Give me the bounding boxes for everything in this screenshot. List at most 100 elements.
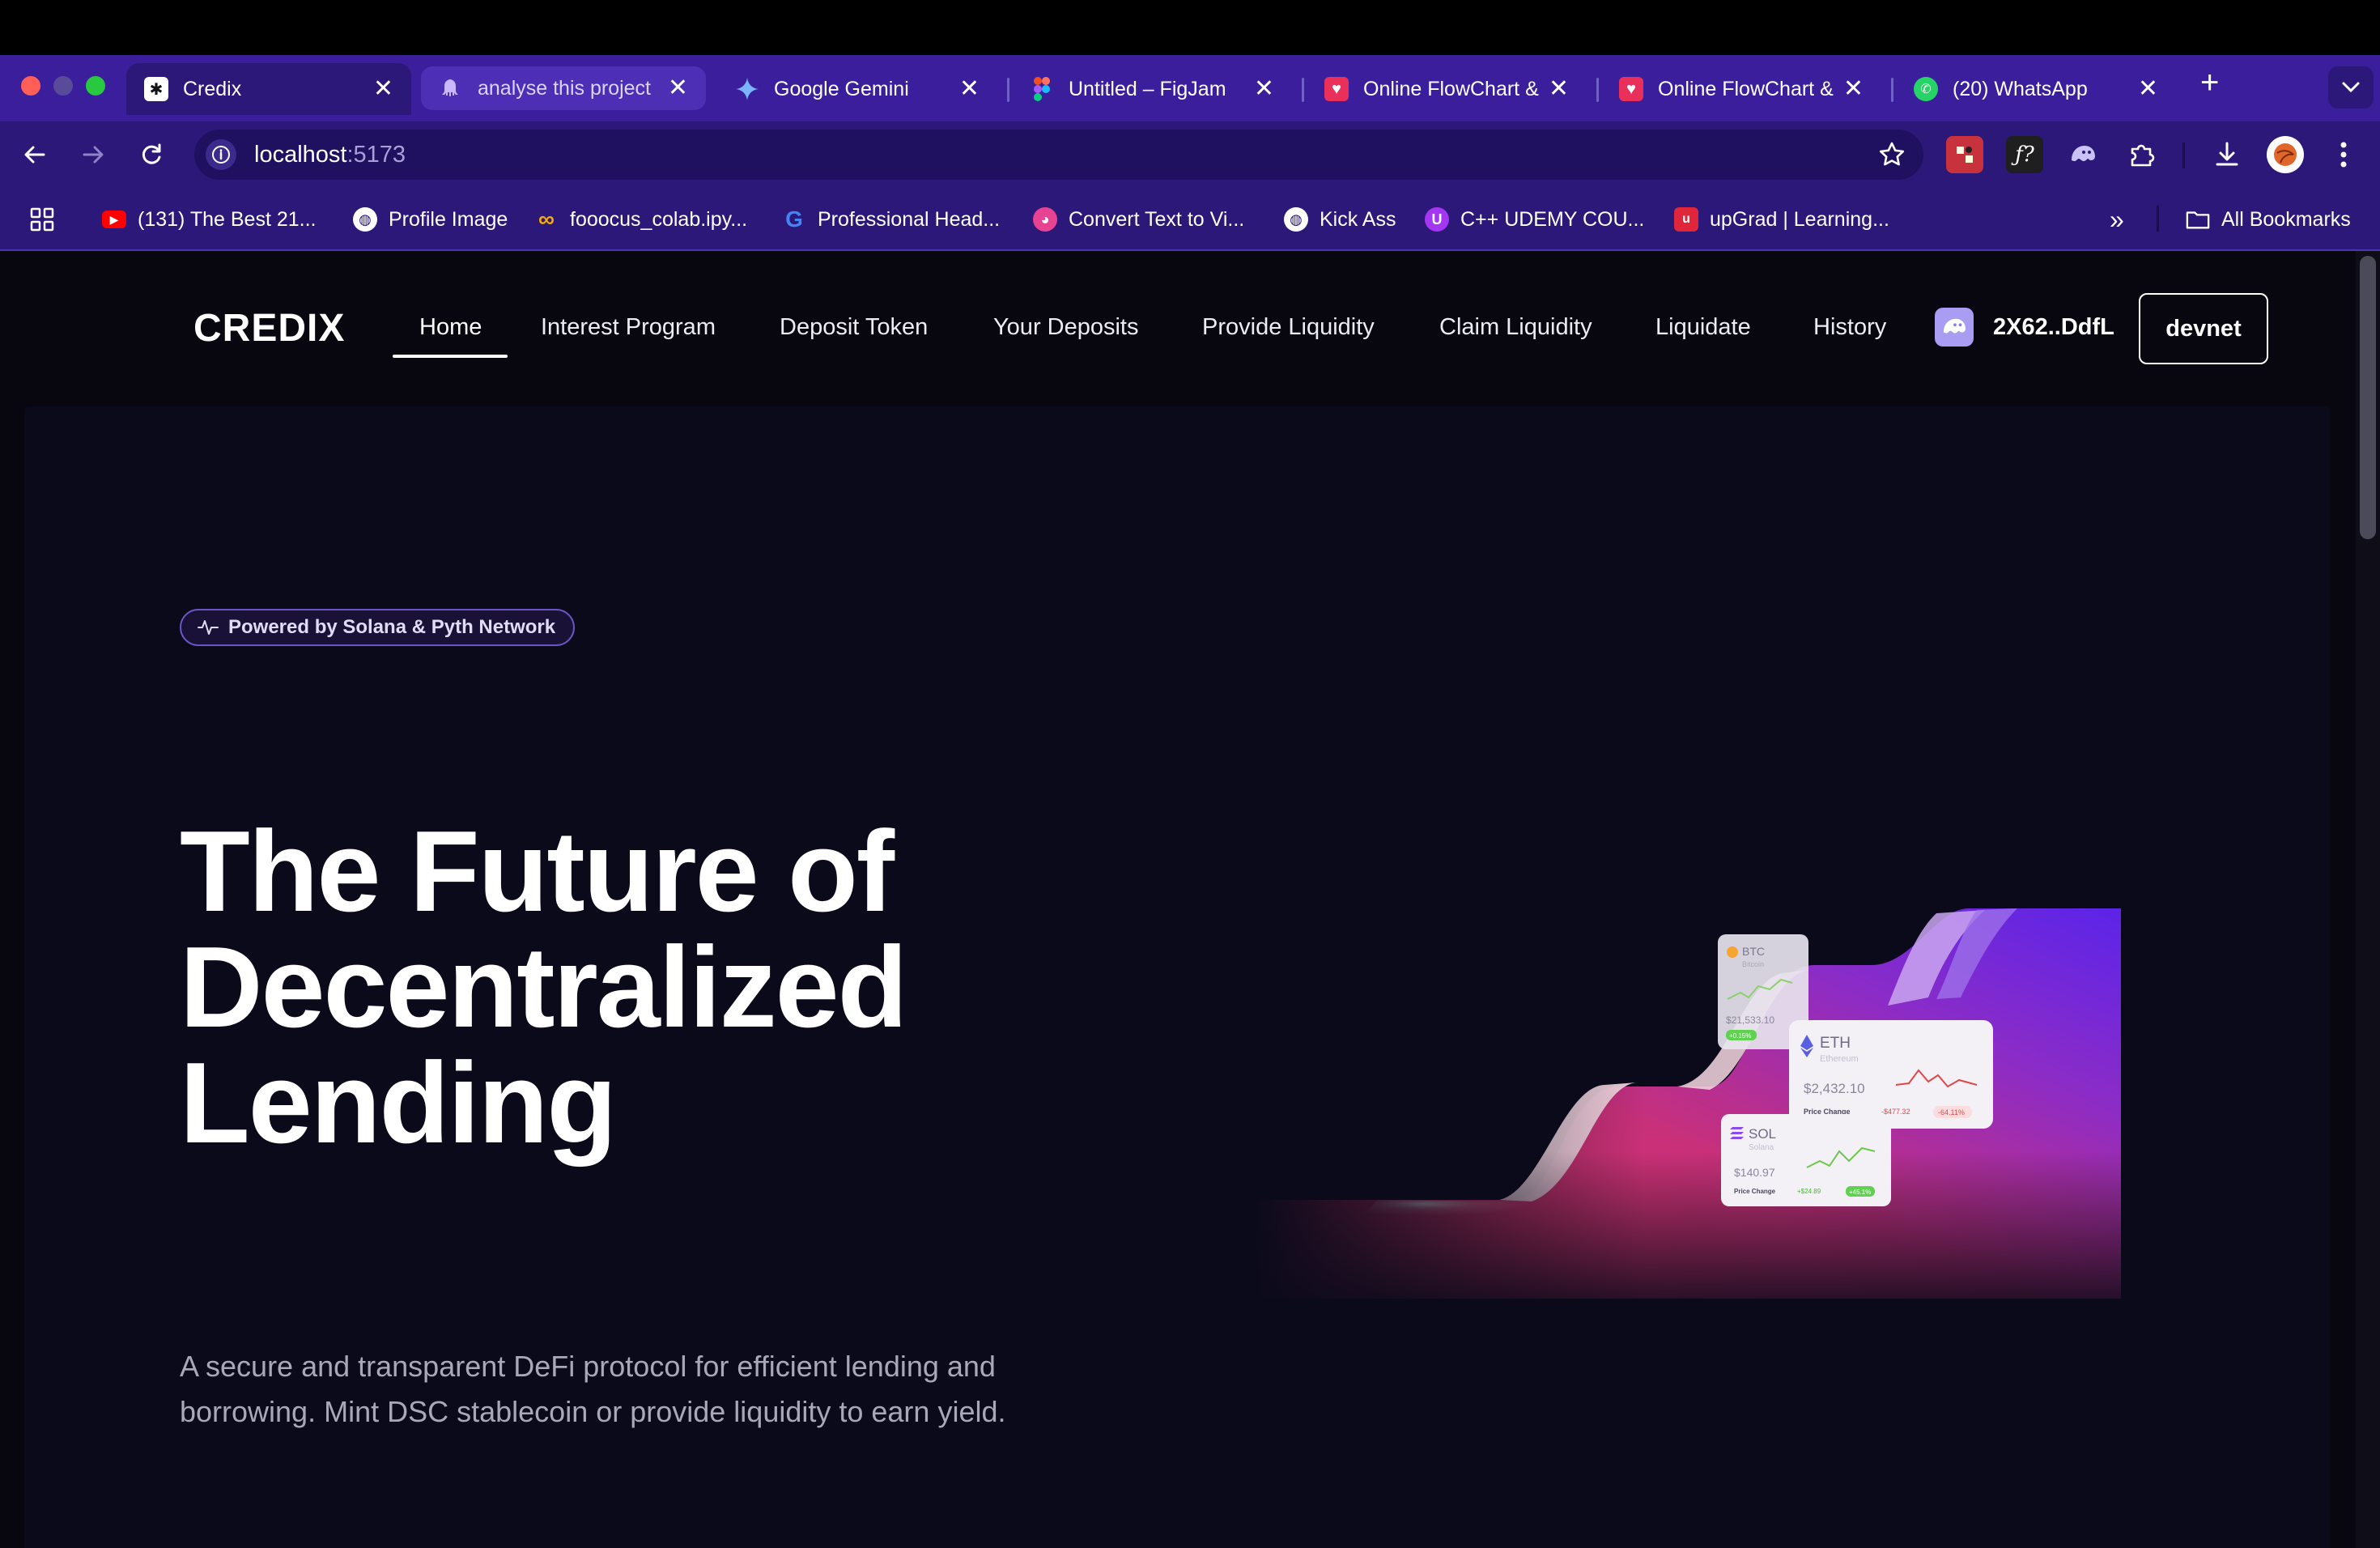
sol-name: Solana — [1749, 1143, 1774, 1152]
btc-name: Bitcoin — [1742, 960, 1764, 968]
tab-google-gemini[interactable]: Google Gemini ✕ — [717, 63, 997, 115]
site-logo[interactable]: CREDIX — [193, 306, 345, 351]
bookmark-item[interactable]: ◍ Profile Image — [353, 204, 508, 235]
arrow-left-icon — [24, 146, 45, 164]
page-scrollbar[interactable] — [2356, 251, 2380, 1548]
nav-home[interactable]: Home — [419, 314, 482, 341]
bookmark-item[interactable]: ◍ Kick Ass — [1284, 204, 1396, 235]
headline-line-1: The Future of — [180, 807, 895, 936]
apps-grid-icon[interactable] — [29, 204, 55, 235]
site-navbar: CREDIX Home Interest Program Deposit Tok… — [0, 251, 2356, 406]
sol-symbol: SOL — [1749, 1126, 1776, 1142]
sol-price: $140.97 — [1734, 1166, 1775, 1179]
url-host: localhost — [254, 142, 347, 168]
tab-separator — [1302, 78, 1304, 102]
powered-by-badge: Powered by Solana & Pyth Network — [180, 609, 576, 646]
gemini-sparkle-icon — [735, 77, 759, 101]
reload-button[interactable] — [130, 133, 173, 176]
bookmark-label: upGrad | Learning... — [1710, 207, 1889, 231]
phantom-extension-icon[interactable] — [2064, 136, 2102, 173]
tab-credix[interactable]: ✱ Credix ✕ — [126, 63, 411, 115]
nav-provide-liquidity[interactable]: Provide Liquidity — [1202, 314, 1375, 341]
tab-title: Credix — [183, 77, 242, 100]
headline-line-2: Decentralized — [180, 923, 907, 1052]
bookmark-item[interactable]: U C++ UDEMY COU... — [1425, 204, 1644, 235]
tab-separator — [1891, 78, 1893, 102]
close-tab-icon[interactable]: ✕ — [1843, 77, 1864, 101]
more-bookmarks-button[interactable]: » — [2110, 204, 2124, 235]
bookmarks-bar: ▶ (131) The Best 21... ◍ Profile Image ∞… — [0, 188, 2380, 251]
tab-analyse-project[interactable]: analyse this project ✕ — [421, 66, 706, 110]
whatsapp-icon: ✆ — [1914, 77, 1938, 101]
active-nav-indicator — [393, 355, 508, 358]
profile-avatar[interactable] — [2267, 136, 2304, 173]
scrollbar-thumb[interactable] — [2360, 256, 2376, 539]
bookmark-item[interactable]: ∞ fooocus_colab.ipy... — [534, 204, 747, 235]
tab-search-button[interactable] — [2328, 66, 2374, 108]
tab-title: analyse this project — [478, 76, 652, 100]
eth-symbol: ETH — [1820, 1035, 1851, 1052]
nav-deposit-token[interactable]: Deposit Token — [780, 314, 928, 341]
extension-puzzle-game-icon[interactable] — [1946, 136, 1983, 173]
nav-liquidate[interactable]: Liquidate — [1655, 314, 1751, 341]
downloads-icon[interactable] — [2208, 136, 2246, 173]
solana-icon — [1730, 1127, 1744, 1139]
eth-price: $2,432.10 — [1804, 1081, 1865, 1096]
bookmark-label: (131) The Best 21... — [138, 207, 317, 231]
bookmark-item[interactable]: u upGrad | Learning... — [1674, 204, 1889, 235]
udemy-icon: U — [1425, 207, 1449, 232]
tab-strip: ✱ Credix ✕ analyse this project ✕ Google… — [0, 55, 2380, 121]
bookmark-item[interactable]: ◕ Convert Text to Vi... — [1033, 204, 1244, 235]
bookmark-star-icon[interactable] — [1876, 139, 1907, 170]
minimize-window-button[interactable] — [53, 76, 73, 96]
new-tab-button[interactable]: + — [2200, 66, 2219, 99]
figma-icon — [1030, 77, 1054, 101]
toolbar-separator — [2182, 142, 2185, 168]
bookmark-label: Kick Ass — [1320, 207, 1396, 231]
close-tab-icon[interactable]: ✕ — [2138, 77, 2158, 101]
nav-history[interactable]: History — [1813, 314, 1886, 341]
close-tab-icon[interactable]: ✕ — [959, 77, 980, 101]
formula-extension-icon[interactable]: ƒ? — [2006, 136, 2043, 173]
bookmark-item[interactable]: ▶ (131) The Best 21... — [102, 204, 317, 235]
all-bookmarks-button[interactable]: All Bookmarks — [2186, 204, 2351, 235]
heart-logo-icon: ♥ — [1619, 77, 1643, 101]
address-bar[interactable]: localhost:5173 — [194, 130, 1923, 180]
tab-title: Online FlowChart & — [1363, 77, 1539, 100]
nav-claim-liquidity[interactable]: Claim Liquidity — [1439, 314, 1592, 341]
close-window-button[interactable] — [21, 76, 40, 96]
back-button[interactable] — [13, 133, 57, 176]
forward-button[interactable] — [71, 133, 115, 176]
close-tab-icon[interactable]: ✕ — [1254, 77, 1274, 101]
nav-interest-program[interactable]: Interest Program — [541, 314, 716, 341]
hero-illustration: BTC Bitcoin $21,533.10 +0.15% ETH Ethere… — [1256, 908, 2121, 1299]
close-tab-icon[interactable]: ✕ — [373, 77, 393, 101]
tab-title: Google Gemini — [774, 77, 909, 100]
bookmark-label: Professional Head... — [818, 207, 1001, 231]
tab-whatsapp[interactable]: ✆ (20) WhatsApp ✕ — [1896, 63, 2176, 115]
zoom-window-button[interactable] — [86, 76, 105, 96]
eth-price-card: ETH Ethereum $2,432.10 Price Change -$47… — [1789, 1020, 1993, 1129]
tab-title: Untitled – FigJam — [1069, 77, 1226, 100]
tab-figjam[interactable]: Untitled – FigJam ✕ — [1012, 63, 1292, 115]
eth-pill: -64.11% — [1938, 1108, 1965, 1116]
site-info-icon[interactable] — [206, 139, 236, 170]
wallet-address[interactable]: 2X62..DdfL — [1993, 314, 2114, 341]
url-text[interactable]: localhost:5173 — [254, 142, 406, 168]
eth-change: -$477.32 — [1881, 1108, 1910, 1116]
extensions-puzzle-icon[interactable] — [2123, 136, 2160, 173]
bookmark-item[interactable]: G Professional Head... — [782, 204, 1000, 235]
phantom-wallet-icon[interactable] — [1935, 308, 1974, 347]
tab-online-flowchart[interactable]: ♥ Online FlowChart & ✕ — [1307, 63, 1587, 115]
sol-price-card: SOL Solana $140.97 Price Change +$24.89 … — [1721, 1114, 1891, 1206]
bottom-fade — [1256, 1151, 2121, 1299]
close-tab-icon[interactable]: ✕ — [668, 76, 688, 100]
nav-your-deposits[interactable]: Your Deposits — [993, 314, 1138, 341]
tab-separator — [1007, 78, 1009, 102]
kebab-menu-icon[interactable] — [2325, 136, 2362, 173]
tab-separator — [1596, 78, 1599, 102]
globe-icon: ◍ — [1284, 207, 1308, 232]
close-tab-icon[interactable]: ✕ — [1549, 77, 1569, 101]
tab-online-flowchart-2[interactable]: ♥ Online FlowChart & ✕ — [1601, 63, 1881, 115]
network-button[interactable]: devnet — [2139, 293, 2268, 364]
